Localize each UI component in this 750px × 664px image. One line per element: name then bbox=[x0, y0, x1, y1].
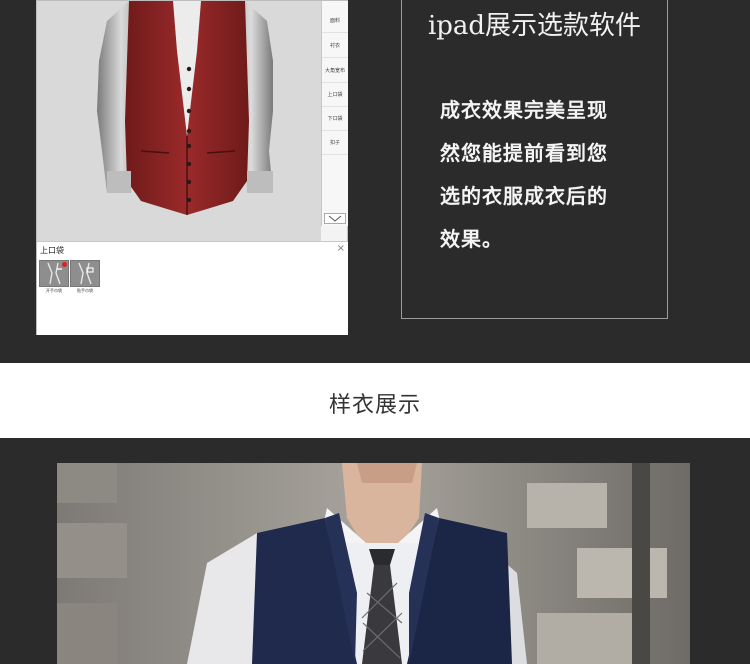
promo-line: 选的衣服成衣后的 bbox=[440, 184, 608, 208]
option-sidebar: 面料 衬衣 大角宽布 上口袋 下口袋 扣子 bbox=[321, 1, 348, 226]
upper-pocket-panel: 上口袋 × 开手巾袋 贴手巾袋 bbox=[37, 241, 348, 335]
vest-3d-model bbox=[37, 1, 321, 241]
option-caption: 贴手巾袋 bbox=[77, 288, 93, 293]
chevron-down-icon bbox=[328, 215, 342, 222]
promo-line: 效果。 bbox=[440, 227, 503, 251]
panel-title: 上口袋 bbox=[40, 246, 64, 255]
option-caption: 开手巾袋 bbox=[46, 288, 62, 293]
sidebar-item-buttons[interactable]: 扣子 bbox=[322, 131, 348, 155]
section-heading-band: 样衣展示 bbox=[0, 363, 750, 438]
vest-pocket-icon bbox=[71, 261, 99, 286]
promo-box: ipad展示选款软件 成衣效果完美呈现 然您能提前看到您 选的衣服成衣后的 效果… bbox=[401, 0, 668, 319]
sidebar-item-upper-pocket[interactable]: 上口袋 bbox=[322, 83, 348, 107]
sidebar-item-lower-pocket[interactable]: 下口袋 bbox=[322, 107, 348, 131]
promo-description: 成衣效果完美呈现 然您能提前看到您 选的衣服成衣后的 效果。 bbox=[440, 89, 655, 261]
top-section: 面料 衬衣 大角宽布 上口袋 下口袋 扣子 上口袋 × 开手巾袋 贴手巾袋 ip… bbox=[0, 0, 750, 360]
model-wearing-vest-image bbox=[57, 463, 690, 664]
pocket-option-welt[interactable]: 开手巾袋 bbox=[39, 260, 69, 294]
section-heading: 样衣展示 bbox=[328, 393, 421, 418]
3d-preview-viewport[interactable] bbox=[37, 1, 321, 241]
sidebar-item-shirt[interactable]: 衬衣 bbox=[322, 34, 348, 58]
sample-garment-photo bbox=[57, 463, 690, 664]
selected-indicator bbox=[62, 262, 67, 267]
promo-line: 成衣效果完美呈现 bbox=[440, 98, 608, 122]
close-icon[interactable]: × bbox=[337, 243, 345, 254]
app-window: 面料 衬衣 大角宽布 上口袋 下口袋 扣子 上口袋 × 开手巾袋 贴手巾袋 bbox=[36, 0, 348, 335]
pocket-option-patch[interactable]: 贴手巾袋 bbox=[70, 260, 100, 294]
promo-title: ipad展示选款软件 bbox=[427, 11, 642, 41]
scroll-down-button[interactable] bbox=[324, 213, 346, 224]
pocket-thumbnail bbox=[39, 260, 69, 287]
bottom-section bbox=[0, 438, 750, 664]
sidebar-item-lapel[interactable]: 大角宽布 bbox=[322, 59, 348, 83]
promo-line: 然您能提前看到您 bbox=[440, 141, 608, 165]
pocket-thumbnail bbox=[70, 260, 100, 287]
sidebar-item-fabric[interactable]: 面料 bbox=[322, 9, 348, 33]
